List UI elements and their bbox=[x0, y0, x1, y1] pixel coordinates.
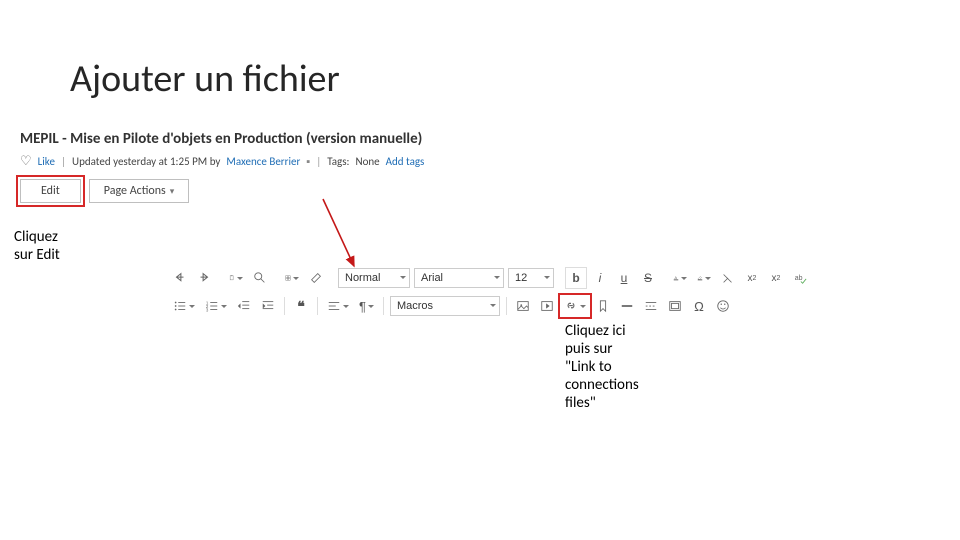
bookmark-button[interactable] bbox=[593, 296, 613, 316]
font-size-select[interactable]: 12 bbox=[508, 268, 554, 288]
hr-button[interactable] bbox=[617, 296, 637, 316]
like-link[interactable]: Like bbox=[38, 155, 55, 168]
edit-button[interactable]: Edit bbox=[20, 179, 81, 203]
underline-button[interactable]: u bbox=[614, 268, 634, 288]
updated-text: Updated yesterday at 1:25 PM by bbox=[72, 155, 220, 168]
highlight-color-button[interactable] bbox=[694, 268, 714, 288]
font-family-select[interactable]: Arial bbox=[414, 268, 504, 288]
callout-link-line-3: "Link to bbox=[565, 358, 612, 376]
flash-button[interactable] bbox=[537, 296, 557, 316]
special-char-button[interactable]: Ω bbox=[689, 296, 709, 316]
table-button[interactable] bbox=[282, 268, 302, 288]
author-link[interactable]: Maxence Berrier bbox=[226, 155, 300, 168]
strike-button[interactable]: S bbox=[638, 268, 658, 288]
paragraph-button[interactable]: ¶ bbox=[356, 296, 377, 316]
macros-select[interactable]: Macros bbox=[390, 296, 500, 316]
subscript-button[interactable]: x2 bbox=[742, 268, 762, 288]
add-tags-link[interactable]: Add tags bbox=[386, 155, 425, 168]
italic-button[interactable]: i bbox=[590, 268, 610, 288]
clear-format-button[interactable] bbox=[718, 268, 738, 288]
bold-button[interactable]: b bbox=[566, 268, 586, 288]
spellcheck-button[interactable]: ab bbox=[790, 268, 810, 288]
find-button[interactable] bbox=[250, 268, 270, 288]
callout-link-line-4: connections bbox=[565, 376, 639, 394]
emoticon-button[interactable] bbox=[713, 296, 733, 316]
indent-button[interactable] bbox=[258, 296, 278, 316]
paste-button[interactable] bbox=[226, 268, 246, 288]
svg-text:3: 3 bbox=[206, 307, 209, 312]
slide-title: Ajouter un fichier bbox=[70, 56, 340, 102]
pagebreak-button[interactable] bbox=[641, 296, 661, 316]
svg-text:ab: ab bbox=[795, 275, 803, 282]
meta-separator-2: | bbox=[316, 155, 321, 168]
heart-icon[interactable]: ♡ bbox=[20, 154, 32, 169]
callout-edit-line-2: sur Edit bbox=[14, 246, 60, 264]
tags-label: Tags: bbox=[327, 155, 349, 168]
wiki-screenshot: MEPIL - Mise en Pilote d'objets en Produ… bbox=[20, 130, 424, 203]
toolbar-separator bbox=[506, 297, 507, 315]
callout-link: Cliquez ici puis sur "Link to connection… bbox=[565, 322, 675, 412]
numbered-list-button[interactable]: 123 bbox=[202, 296, 230, 316]
chevron-down-icon: ▾ bbox=[170, 186, 175, 197]
callout-link-line-5: files" bbox=[565, 394, 596, 412]
toolbar-separator bbox=[317, 297, 318, 315]
page-actions-button[interactable]: Page Actions ▾ bbox=[89, 179, 189, 203]
toolbar-separator bbox=[284, 297, 285, 315]
callout-edit-line-1: Cliquez bbox=[14, 228, 58, 246]
bullet-list-button[interactable] bbox=[170, 296, 198, 316]
callout-link-line-2: puis sur bbox=[565, 340, 612, 358]
redo-button[interactable] bbox=[194, 268, 214, 288]
wiki-button-row: Edit Page Actions ▾ bbox=[20, 179, 424, 203]
align-button[interactable] bbox=[324, 296, 352, 316]
tags-none: None bbox=[355, 155, 379, 168]
image-button[interactable] bbox=[513, 296, 533, 316]
meta-separator: | bbox=[61, 155, 66, 168]
callout-edit: Cliquez sur Edit bbox=[14, 228, 74, 264]
outdent-button[interactable] bbox=[234, 296, 254, 316]
undo-button[interactable] bbox=[170, 268, 190, 288]
toolbar-separator bbox=[383, 297, 384, 315]
link-button[interactable] bbox=[561, 296, 589, 316]
wiki-meta-row: ♡ Like | Updated yesterday at 1:25 PM by… bbox=[20, 154, 424, 169]
callout-link-line-1: Cliquez ici bbox=[565, 322, 626, 340]
flag-icon[interactable]: ▪ bbox=[306, 155, 310, 168]
toolbar-row-1: Normal Arial 12 b i u S A x2 x2 ab bbox=[170, 266, 790, 290]
arrow-annotation bbox=[320, 196, 360, 276]
paragraph-style-select[interactable]: Normal bbox=[338, 268, 410, 288]
toolbar-row-2: 123 ❝ ¶ Macros Ω bbox=[170, 294, 790, 318]
page-actions-label: Page Actions bbox=[104, 184, 166, 198]
wiki-page-title: MEPIL - Mise en Pilote d'objets en Produ… bbox=[20, 130, 424, 148]
blockquote-button[interactable]: ❝ bbox=[291, 296, 311, 316]
text-color-button[interactable]: A bbox=[670, 268, 690, 288]
iframe-button[interactable] bbox=[665, 296, 685, 316]
editor-toolbar: Normal Arial 12 b i u S A x2 x2 ab 123 ❝… bbox=[170, 266, 790, 322]
format-paint-button[interactable] bbox=[306, 268, 326, 288]
superscript-button[interactable]: x2 bbox=[766, 268, 786, 288]
